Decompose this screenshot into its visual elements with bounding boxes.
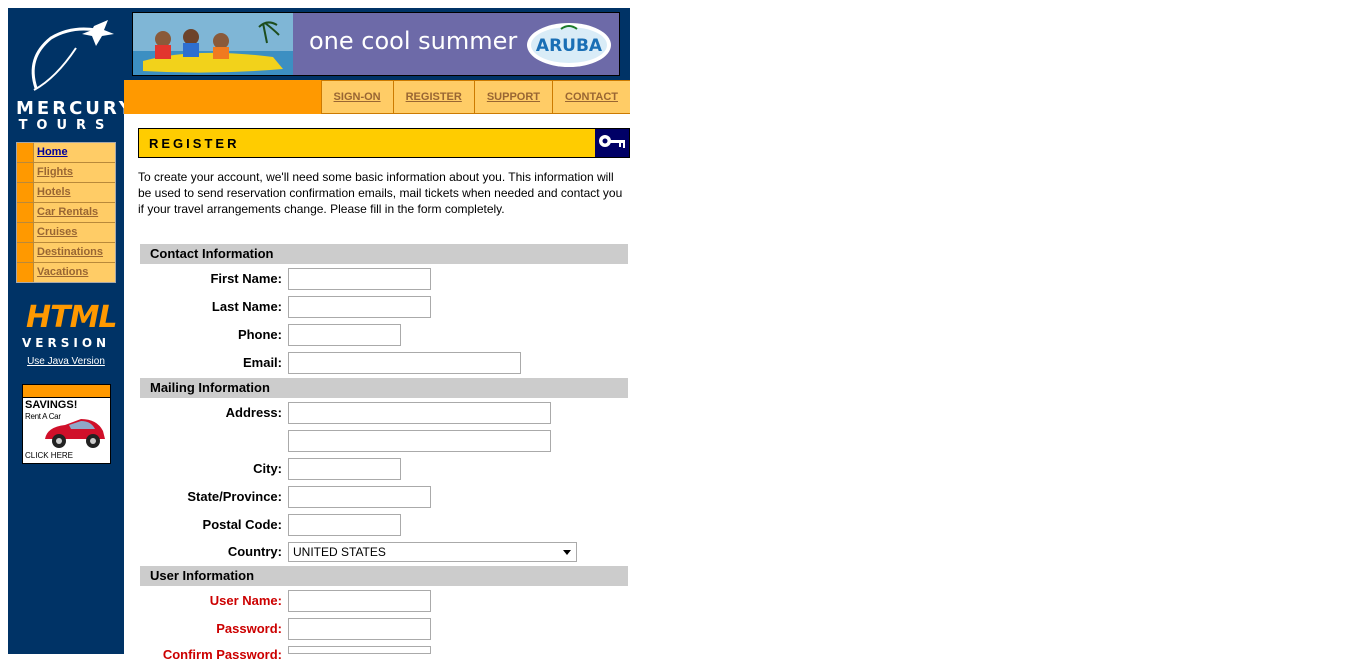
page-title: REGISTER xyxy=(149,136,240,151)
username-label: User Name: xyxy=(209,593,282,608)
register-intro-text: To create your account, we'll need some … xyxy=(138,170,623,216)
mailing-info-heading: Mailing Information xyxy=(140,378,628,398)
side-nav-menu: Home Flights Hotels Car Rentals Cruises … xyxy=(16,142,116,283)
nav-link-destinations[interactable]: Destinations xyxy=(34,243,103,262)
nav-link-cruises[interactable]: Cruises xyxy=(34,223,77,242)
first-name-field[interactable] xyxy=(288,268,431,290)
nav-item-vacations: Vacations xyxy=(17,263,115,282)
nav-item-flights: Flights xyxy=(17,163,115,183)
ad-top-bar xyxy=(23,385,110,398)
nav-bullet xyxy=(17,203,34,222)
country-label: Country: xyxy=(227,544,282,559)
postal-code-field[interactable] xyxy=(288,514,401,536)
nav-link-flights[interactable]: Flights xyxy=(34,163,73,182)
address-label: Address: xyxy=(225,405,282,420)
contact-info-heading: Contact Information xyxy=(140,244,628,264)
sign-on-link[interactable]: SIGN-ON xyxy=(320,80,393,114)
city-label: City: xyxy=(253,461,282,476)
chevron-down-icon xyxy=(563,550,571,555)
aruba-banner-ad[interactable]: one cool summer ARUBA xyxy=(132,12,620,76)
sidebar: MERCURY TOURS Home Flights Hotels Car Re… xyxy=(8,8,135,654)
rent-a-car-ad[interactable]: SAVINGS! Rent A Car CLICK HERE xyxy=(22,384,111,464)
email-field[interactable] xyxy=(288,352,521,374)
nav-link-home[interactable]: Home xyxy=(34,143,68,162)
confirm-password-label: Confirm Password: xyxy=(162,647,282,662)
svg-text:ARUBA: ARUBA xyxy=(536,36,603,56)
nav-bullet xyxy=(17,243,34,262)
top-nav-links: SIGN-ON REGISTER SUPPORT CONTACT xyxy=(320,80,630,114)
nav-item-destinations: Destinations xyxy=(17,243,115,263)
logo-line-2: TOURS xyxy=(18,118,114,133)
register-header: REGISTER xyxy=(138,128,630,158)
top-nav: SIGN-ON REGISTER SUPPORT CONTACT xyxy=(124,80,630,114)
password-label: Password: xyxy=(216,621,282,636)
country-select[interactable]: UNITED STATES xyxy=(288,542,577,562)
support-link[interactable]: SUPPORT xyxy=(473,80,553,114)
nav-bullet xyxy=(17,143,34,162)
key-icon-box xyxy=(595,129,629,157)
contact-link[interactable]: CONTACT xyxy=(552,80,630,114)
banner: one cool summer ARUBA xyxy=(124,8,630,80)
city-field[interactable] xyxy=(288,458,401,480)
html-version-badge: HTML VERSION xyxy=(20,298,118,358)
user-info-heading: User Information xyxy=(140,566,628,586)
html-badge-word: HTML xyxy=(26,300,118,335)
plane-icon xyxy=(31,20,114,91)
logo-line-1: MERCURY xyxy=(16,98,135,119)
java-version-link[interactable]: Use Java Version xyxy=(8,356,124,367)
nav-item-cruises: Cruises xyxy=(17,223,115,243)
state-label: State/Province: xyxy=(187,489,282,504)
password-field[interactable] xyxy=(288,618,431,640)
ad-savings-text: SAVINGS! xyxy=(25,399,78,411)
phone-label: Phone: xyxy=(237,327,282,342)
banner-tagline: one cool summer xyxy=(309,27,518,55)
banner-photo-icon xyxy=(133,13,293,75)
email-label: Email: xyxy=(242,355,282,370)
nav-bullet xyxy=(17,263,34,282)
first-name-label: First Name: xyxy=(210,271,282,286)
nav-bullet xyxy=(17,163,34,182)
key-icon xyxy=(599,135,625,148)
ad-click-text: CLICK HERE xyxy=(25,451,74,460)
nav-item-car-rentals: Car Rentals xyxy=(17,203,115,223)
nav-link-hotels[interactable]: Hotels xyxy=(34,183,71,202)
nav-link-vacations[interactable]: Vacations xyxy=(34,263,88,282)
nav-bullet xyxy=(17,183,34,202)
car-icon xyxy=(45,419,105,448)
country-selected-value: UNITED STATES xyxy=(293,545,386,559)
last-name-field[interactable] xyxy=(288,296,431,318)
nav-item-home: Home xyxy=(17,143,115,163)
mercury-tours-logo[interactable]: MERCURY TOURS xyxy=(16,18,135,133)
version-badge-word: VERSION xyxy=(22,336,111,350)
nav-link-car-rentals[interactable]: Car Rentals xyxy=(34,203,98,222)
aruba-logo-icon: ARUBA xyxy=(527,23,611,67)
register-link[interactable]: REGISTER xyxy=(392,80,474,114)
nav-item-hotels: Hotels xyxy=(17,183,115,203)
postal-code-label: Postal Code: xyxy=(202,517,282,532)
state-field[interactable] xyxy=(288,486,431,508)
phone-field[interactable] xyxy=(288,324,401,346)
last-name-label: Last Name: xyxy=(211,299,282,314)
confirm-password-field[interactable] xyxy=(288,646,431,654)
nav-bullet xyxy=(17,223,34,242)
address-line-1-field[interactable] xyxy=(288,402,551,424)
address-line-2-field[interactable] xyxy=(288,430,551,452)
username-field[interactable] xyxy=(288,590,431,612)
